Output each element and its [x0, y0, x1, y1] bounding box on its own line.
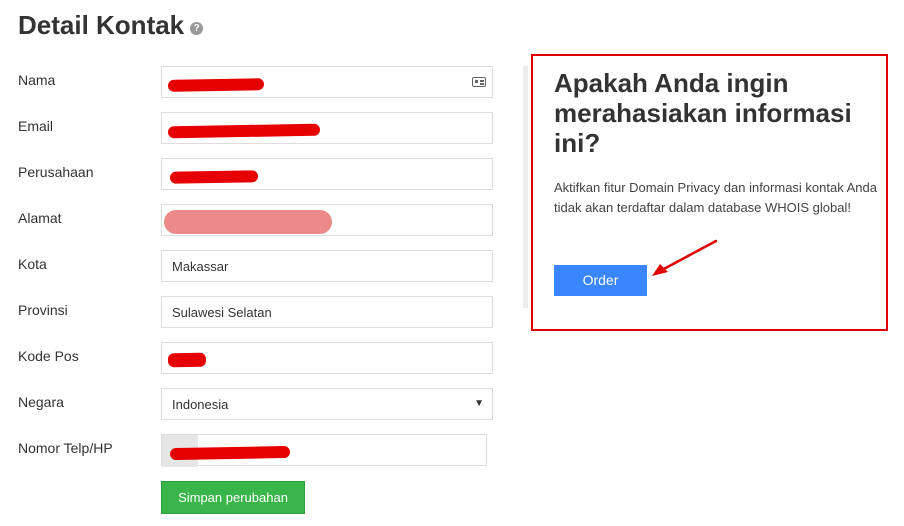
form-row-perusahaan: Perusahaan [18, 158, 498, 192]
page-title: Detail Kontak ? [18, 10, 204, 41]
field-label: Kode Pos [18, 348, 79, 364]
question-circle-icon[interactable]: ? [190, 22, 204, 35]
redaction-mark [167, 352, 207, 368]
field-label: Email [18, 118, 54, 134]
field-label: Alamat [18, 210, 62, 226]
annotation-arrow-icon [652, 239, 718, 276]
perusahaan-input[interactable] [161, 158, 493, 190]
id-card-icon [472, 77, 486, 87]
alamat-input[interactable] [161, 204, 493, 236]
provinsi-input[interactable]: Sulawesi Selatan [161, 296, 493, 328]
caret-down-icon: ▼ [474, 398, 484, 409]
redaction-mark [164, 210, 332, 234]
telepon-input[interactable] [161, 434, 487, 467]
privacy-title: Apakah Anda ingin merahasiakan informasi… [554, 68, 852, 158]
redaction-mark [169, 170, 259, 184]
redaction-mark [167, 78, 265, 92]
field-label: Kota [18, 256, 47, 272]
email-input[interactable] [161, 112, 493, 144]
redaction-mark [169, 445, 291, 461]
order-button[interactable]: Order [554, 265, 647, 296]
negara-select[interactable]: Indonesia ▼ [161, 388, 493, 420]
nama-input[interactable] [161, 66, 493, 98]
form-row-provinsi: Provinsi Sulawesi Selatan [18, 296, 498, 330]
kota-input[interactable]: Makassar [161, 250, 493, 282]
field-label: Nomor Telp/HP [18, 440, 113, 456]
form-row-telepon: Nomor Telp/HP [18, 434, 498, 468]
form-row-email: Email [18, 112, 498, 146]
scrollbar[interactable] [523, 66, 528, 308]
form-row-kota: Kota Makassar [18, 250, 498, 284]
field-label: Nama [18, 72, 56, 88]
form-row-negara: Negara Indonesia ▼ [18, 388, 498, 422]
field-label: Perusahaan [18, 164, 94, 180]
kode-pos-input[interactable] [161, 342, 493, 374]
save-button[interactable]: Simpan perubahan [161, 481, 305, 514]
negara-selected-value: Indonesia [172, 396, 229, 412]
field-label: Provinsi [18, 302, 68, 318]
form-row-alamat: Alamat [18, 204, 498, 238]
privacy-description: Aktifkan fitur Domain Privacy dan inform… [554, 180, 877, 215]
page-title-text: Detail Kontak [18, 10, 185, 40]
redaction-mark [167, 123, 321, 139]
form-row-nama: Nama [18, 66, 498, 100]
domain-privacy-panel: Apakah Anda ingin merahasiakan informasi… [531, 54, 888, 331]
field-label: Negara [18, 394, 64, 410]
form-row-kode-pos: Kode Pos [18, 342, 498, 376]
